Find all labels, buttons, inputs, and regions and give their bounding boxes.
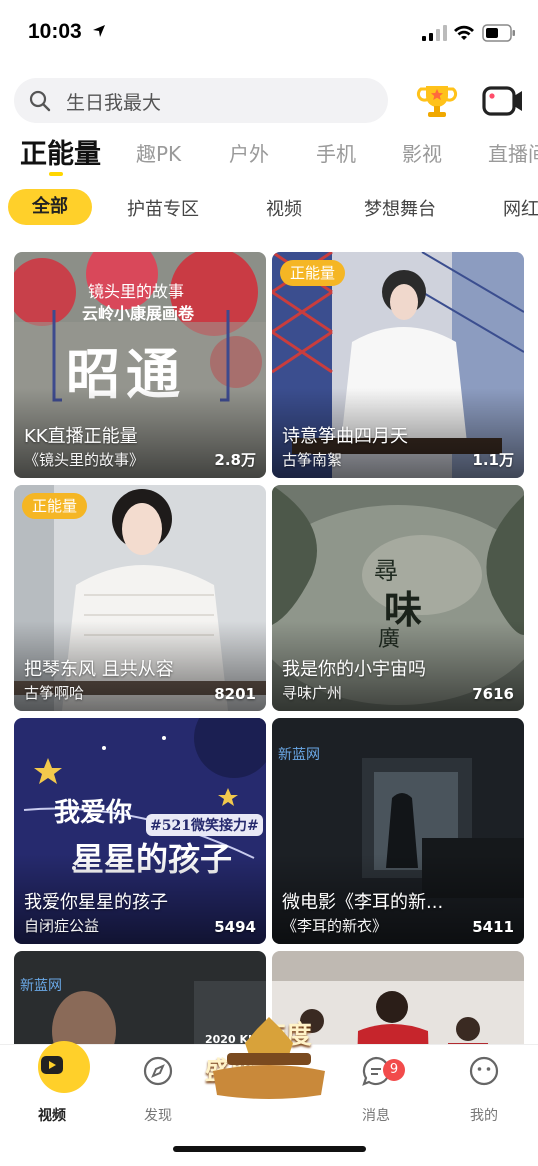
video-subtitle: 寻味广州 <box>282 684 343 702</box>
view-count: 1.1万 <box>472 451 514 469</box>
video-subtitle: 古筝南絮 <box>282 451 343 469</box>
smiley-icon <box>469 1056 499 1086</box>
subtab-video[interactable]: 视频 <box>266 195 302 221</box>
nav-video[interactable]: 视频 <box>12 1041 92 1124</box>
view-count: 7616 <box>472 685 514 703</box>
positive-energy-badge: 正能量 <box>280 260 346 286</box>
status-time: 10:03 <box>28 20 82 43</box>
subcategory-tabs: 全部 护苗专区 视频 梦想舞台 网红 <box>0 186 538 230</box>
video-camera-icon[interactable] <box>482 84 524 118</box>
subtab-all[interactable]: 全部 <box>8 189 92 225</box>
wifi-icon <box>454 25 474 40</box>
search-icon <box>29 90 51 112</box>
view-count: 5411 <box>472 918 514 936</box>
view-count: 5494 <box>214 918 256 936</box>
video-subtitle: 《李耳的新衣》 <box>282 917 388 935</box>
nav-label: 消息 <box>362 1108 390 1124</box>
video-title: KK直播正能量 <box>24 426 138 447</box>
search-input[interactable]: 生日我最大 <box>66 88 161 115</box>
nav-discover[interactable]: 发现 <box>118 1055 198 1125</box>
video-card[interactable]: 镜头里的故事 云岭小康展画卷 昭通 KK直播正能量 《镜头里的故事》 2.8万 <box>14 252 266 478</box>
video-subtitle: 自闭症公益 <box>24 917 100 935</box>
video-title: 我是你的小宇宙吗 <box>282 659 426 680</box>
compass-icon <box>143 1056 173 1086</box>
video-card[interactable]: 尋 味 廣 我是你的小宇宙吗 寻味广州 7616 <box>272 485 524 711</box>
video-subtitle: 《镜头里的故事》 <box>24 451 145 469</box>
overlay-caption: 云岭小康展画卷 <box>82 304 195 323</box>
video-title: 我爱你星星的孩子 <box>24 892 168 913</box>
watermark-text: 新蓝网 <box>20 978 62 994</box>
tab-mobile[interactable]: 手机 <box>316 138 356 167</box>
video-title: 微电影《李耳的新... <box>282 892 444 913</box>
subtab-dream-stage[interactable]: 梦想舞台 <box>364 195 436 221</box>
cellular-signal-icon <box>422 25 447 41</box>
view-count: 2.8万 <box>214 451 256 469</box>
view-count: 8201 <box>214 685 256 703</box>
tab-fun-pk[interactable]: 趣PK <box>136 138 181 167</box>
subtab-influencer[interactable]: 网红 <box>503 195 538 221</box>
status-bar: 10:03 <box>0 0 538 66</box>
subtab-child-protection[interactable]: 护苗专区 <box>127 195 199 221</box>
overlay-caption: 我爱你 <box>54 798 133 828</box>
annual-ceremony-banner[interactable]: 2020 KK 年度盛典 <box>205 1015 333 1107</box>
overlay-caption: #521微笑接力# <box>146 814 263 836</box>
video-card[interactable]: 正能量 把琴东风 且共从容 古筝啊哈 8201 <box>14 485 266 711</box>
video-card[interactable]: 新蓝网 微电影《李耳的新... 《李耳的新衣》 5411 <box>272 718 524 944</box>
tab-outdoor[interactable]: 户外 <box>229 138 269 167</box>
positive-energy-badge: 正能量 <box>22 493 88 519</box>
nav-profile[interactable]: 我的 <box>444 1055 524 1125</box>
battery-icon <box>482 24 515 42</box>
active-tab-indicator <box>49 172 63 176</box>
video-subtitle: 古筝啊哈 <box>24 684 85 702</box>
location-arrow-icon <box>93 25 105 37</box>
category-tabs: 正能量 趣PK 户外 手机 影视 直播间 <box>0 130 538 180</box>
home-indicator[interactable] <box>173 1146 366 1152</box>
watermark-text: 新蓝网 <box>278 747 320 763</box>
tab-live-room[interactable]: 直播间 <box>488 138 538 167</box>
nav-label: 我的 <box>470 1108 498 1124</box>
video-title: 把琴东风 且共从容 <box>24 659 174 680</box>
video-card[interactable]: 我爱你 #521微笑接力# 星星的孩子 我爱你星星的孩子 自闭症公益 5494 <box>14 718 266 944</box>
video-card[interactable]: 正能量 诗意筝曲四月天 古筝南絮 1.1万 <box>272 252 524 478</box>
search-bar[interactable]: 生日我最大 <box>14 78 388 123</box>
crown-icon <box>213 1017 325 1099</box>
tab-positive-energy[interactable]: 正能量 <box>20 132 101 171</box>
notification-badge: 9 <box>383 1059 405 1081</box>
video-title: 诗意筝曲四月天 <box>282 426 408 447</box>
nav-label: 视频 <box>38 1108 66 1124</box>
play-icon <box>41 1056 63 1074</box>
overlay-caption: 镜头里的故事 <box>88 282 185 301</box>
tab-film[interactable]: 影视 <box>402 138 442 167</box>
nav-messages[interactable]: 9 消息 <box>336 1055 416 1125</box>
nav-label: 发现 <box>144 1108 172 1124</box>
trophy-icon[interactable] <box>416 80 458 122</box>
